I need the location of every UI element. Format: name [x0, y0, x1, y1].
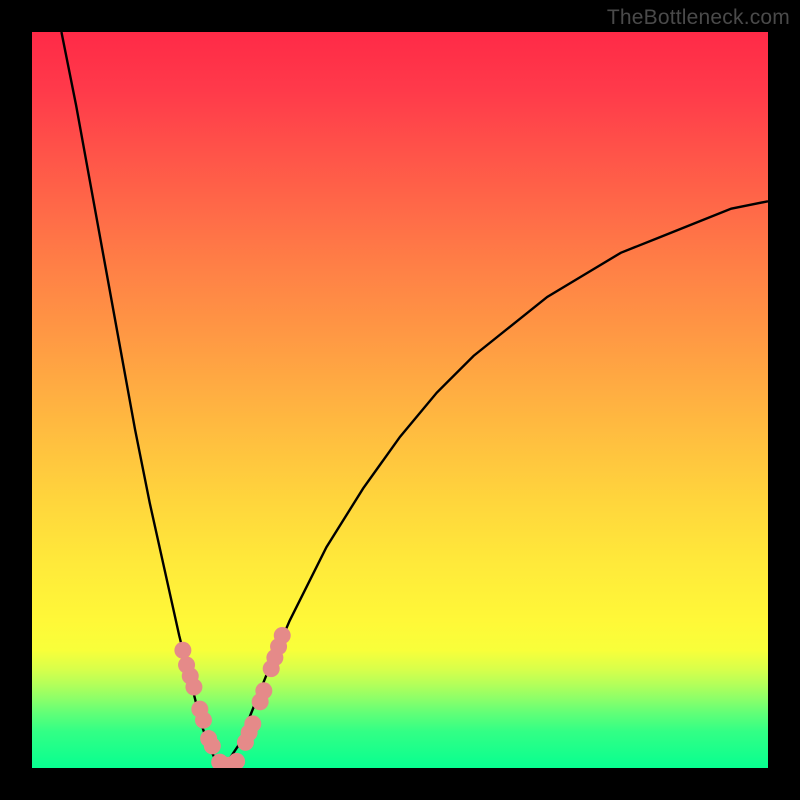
bottleneck-curve: [61, 32, 768, 768]
data-marker: [195, 712, 212, 729]
data-marker: [244, 715, 261, 732]
data-marker: [255, 682, 272, 699]
chart-frame: TheBottleneck.com: [0, 0, 800, 800]
curve-left-path: [61, 32, 223, 768]
data-marker: [204, 737, 221, 754]
data-marker: [174, 642, 191, 659]
chart-svg: [32, 32, 768, 768]
data-marker: [274, 627, 291, 644]
data-marker: [185, 679, 202, 696]
curve-right-path: [223, 201, 768, 768]
plot-area: [32, 32, 768, 768]
watermark-text: TheBottleneck.com: [607, 6, 790, 30]
marker-layer: [174, 627, 290, 768]
